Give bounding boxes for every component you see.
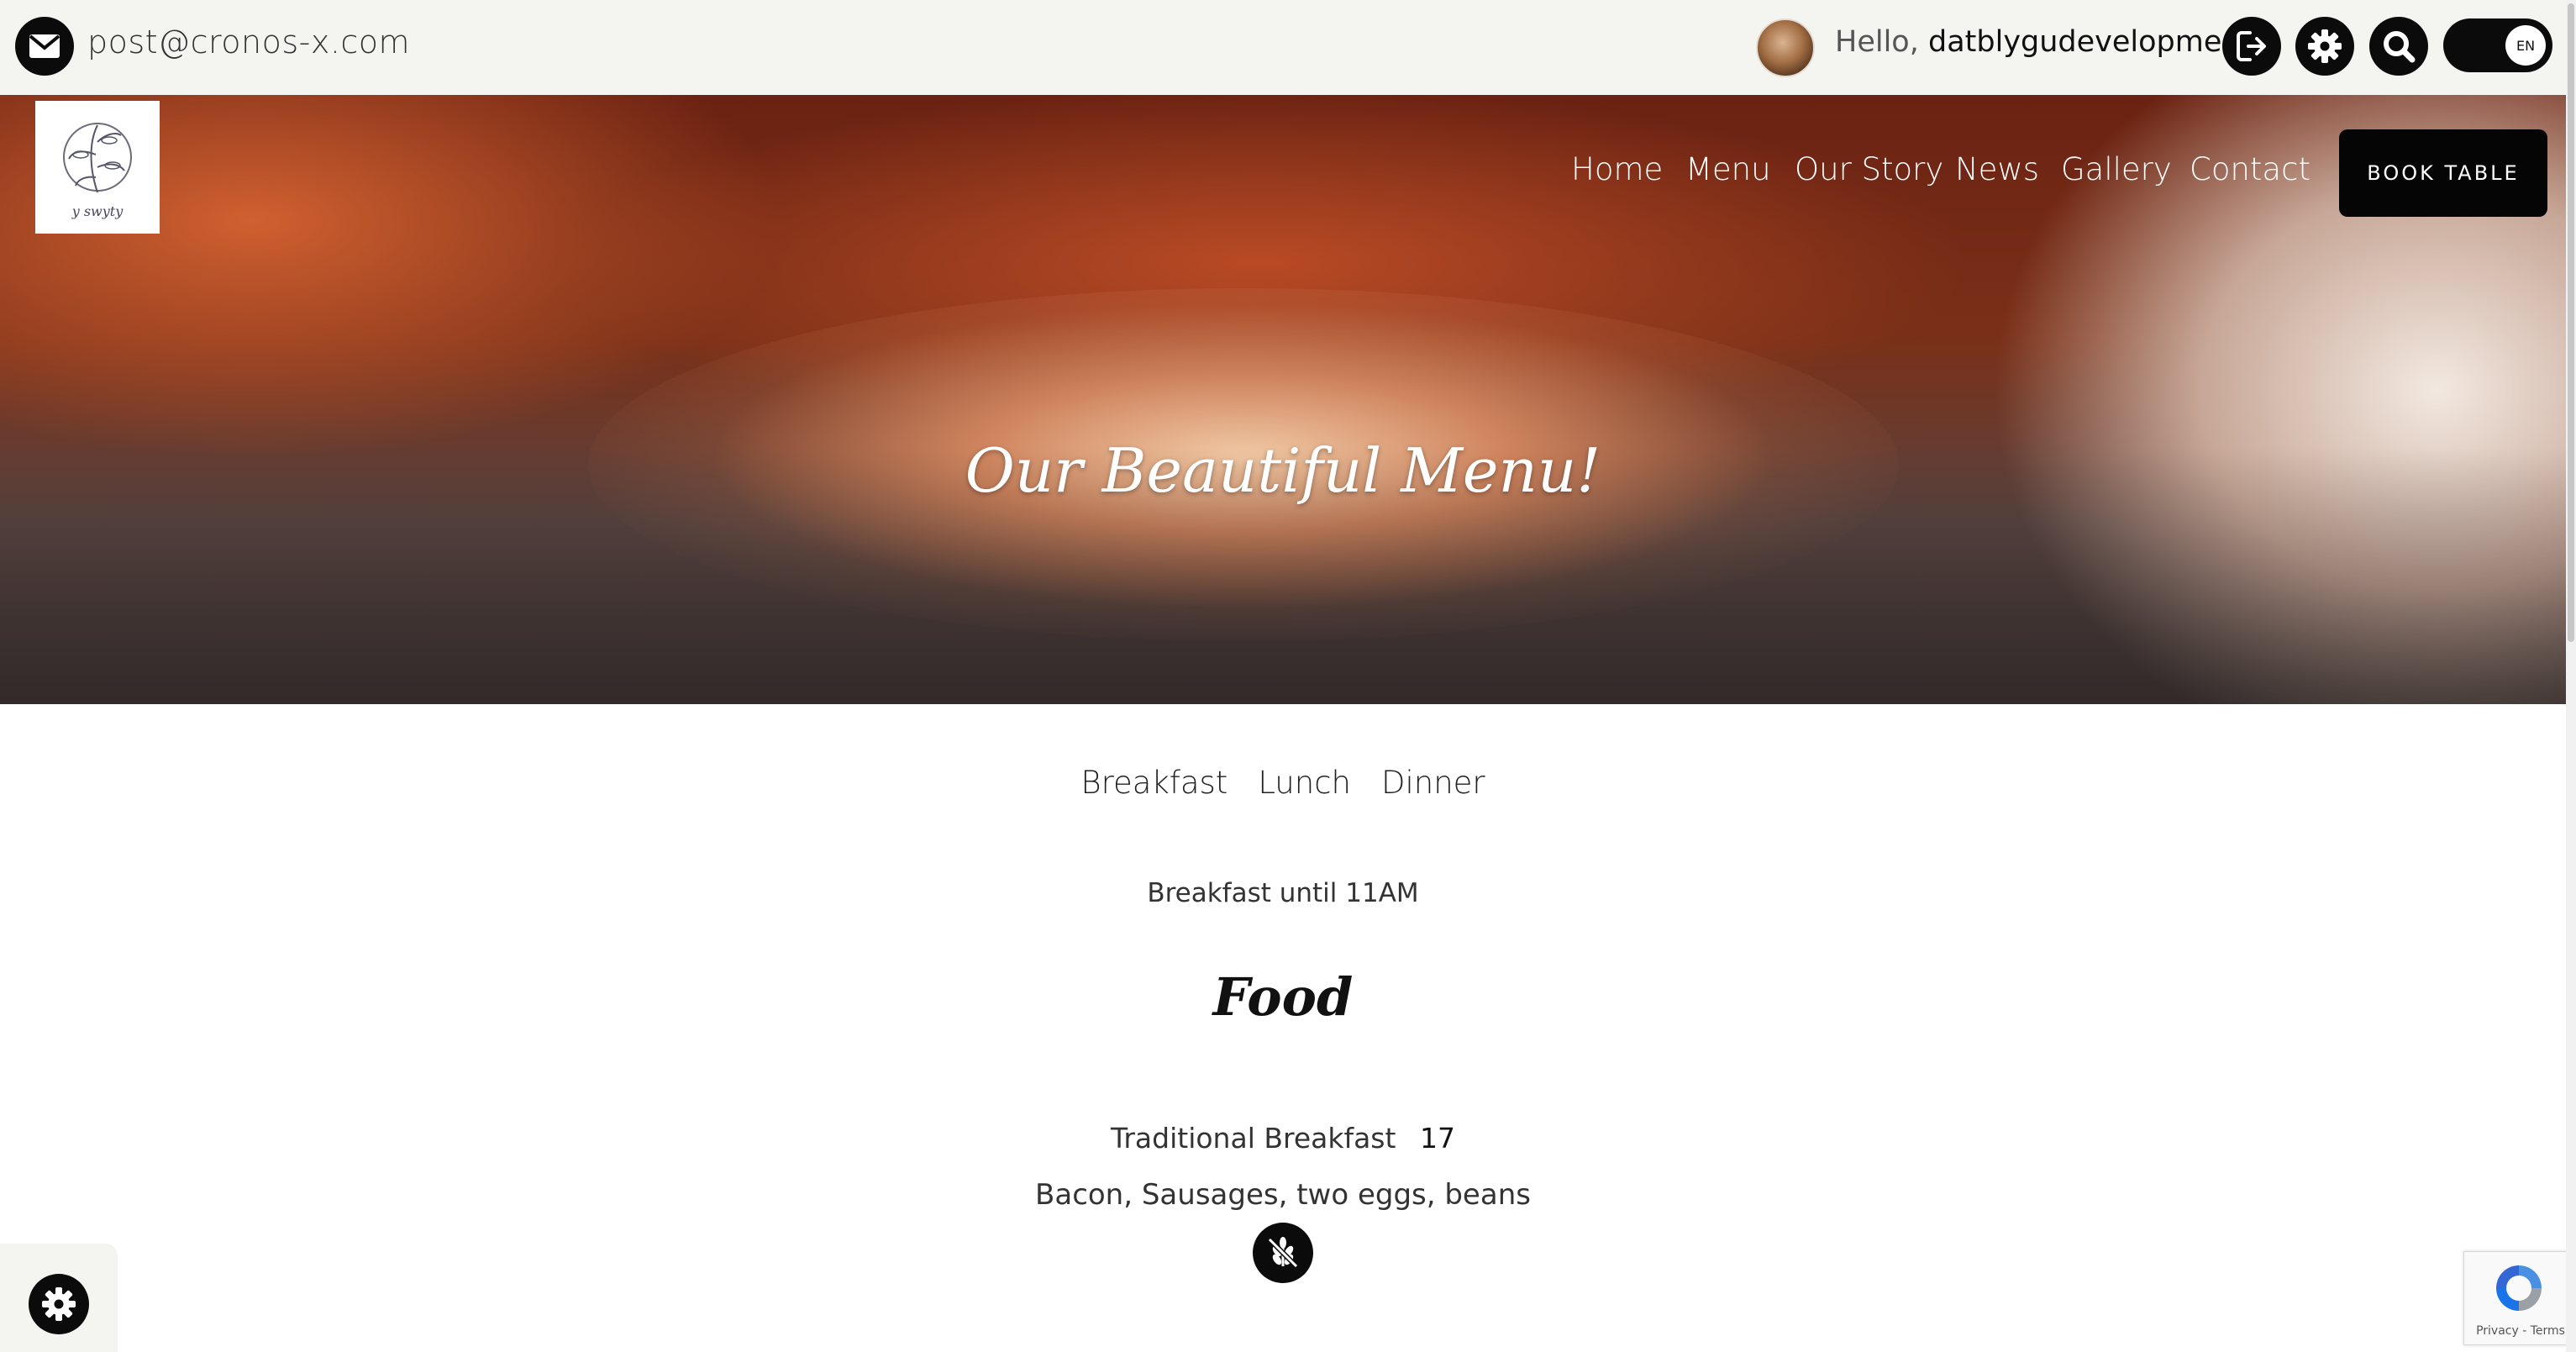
site-logo[interactable]: y swyty [35,101,160,234]
nav-home[interactable]: Home [1571,151,1663,187]
menu-item-description: Bacon, Sausages, two eggs, beans [1035,1178,1531,1212]
page-scrollbar[interactable] [2566,0,2576,1352]
top-bar: post@cronos-x.com Hello, datblygudevelop… [0,0,2576,95]
envelope-icon [29,34,60,58]
logout-icon [2237,31,2266,61]
greeting: Hello, datblygudevelopment [1835,25,2252,59]
recaptcha-badge[interactable]: Privacy - Terms [2463,1251,2576,1345]
avatar[interactable] [1756,18,1815,77]
book-table-button[interactable]: BOOK TABLE [2339,129,2547,217]
search-button[interactable] [2369,17,2428,76]
nav-contact[interactable]: Contact [2190,151,2311,187]
nav-news[interactable]: News [1955,151,2039,187]
email-button[interactable] [15,17,74,76]
menu-item: Traditional Breakfast 17 [0,1122,2566,1155]
hero-title: Our Beautiful Menu! [965,435,1601,506]
language-label: EN [2505,25,2546,66]
nav-our-story[interactable]: Our Story [1795,151,1943,187]
dietary-badge [1253,1223,1313,1283]
gluten-free-icon [1267,1237,1299,1269]
menu-tabs: Breakfast Lunch Dinner [0,765,2566,801]
greeting-label: Hello, [1835,25,1919,59]
recaptcha-icon [2496,1265,2542,1311]
logout-button[interactable] [2222,17,2281,76]
menu-item-price: 17 [1419,1122,1455,1155]
settings-button[interactable] [2295,17,2354,76]
tab-dinner[interactable]: Dinner [1381,765,1485,801]
gear-icon [42,1287,76,1321]
username[interactable]: datblygudevelopment [1928,25,2252,59]
scrollbar-thumb[interactable] [2568,3,2574,642]
gear-icon [2308,29,2342,63]
hero-banner: Our Beautiful Menu! [0,95,2566,704]
recaptcha-links[interactable]: Privacy - Terms [2464,1324,2576,1338]
tab-lunch[interactable]: Lunch [1258,765,1351,801]
search-icon [2384,31,2416,63]
menu-item-name: Traditional Breakfast [1111,1122,1396,1155]
logo-emblem: y swyty [63,123,132,219]
contact-email[interactable]: post@cronos-x.com [87,24,410,60]
cookie-settings-button[interactable] [29,1274,89,1334]
menu-subtitle: Breakfast until 11AM [1147,878,1419,908]
language-toggle[interactable]: EN [2443,18,2552,72]
nav-menu[interactable]: Menu [1685,151,1771,187]
logo-text: y swyty [71,203,124,219]
section-heading: Food [1212,966,1354,1028]
tab-breakfast[interactable]: Breakfast [1080,765,1228,801]
nav-gallery[interactable]: Gallery [2061,151,2172,187]
